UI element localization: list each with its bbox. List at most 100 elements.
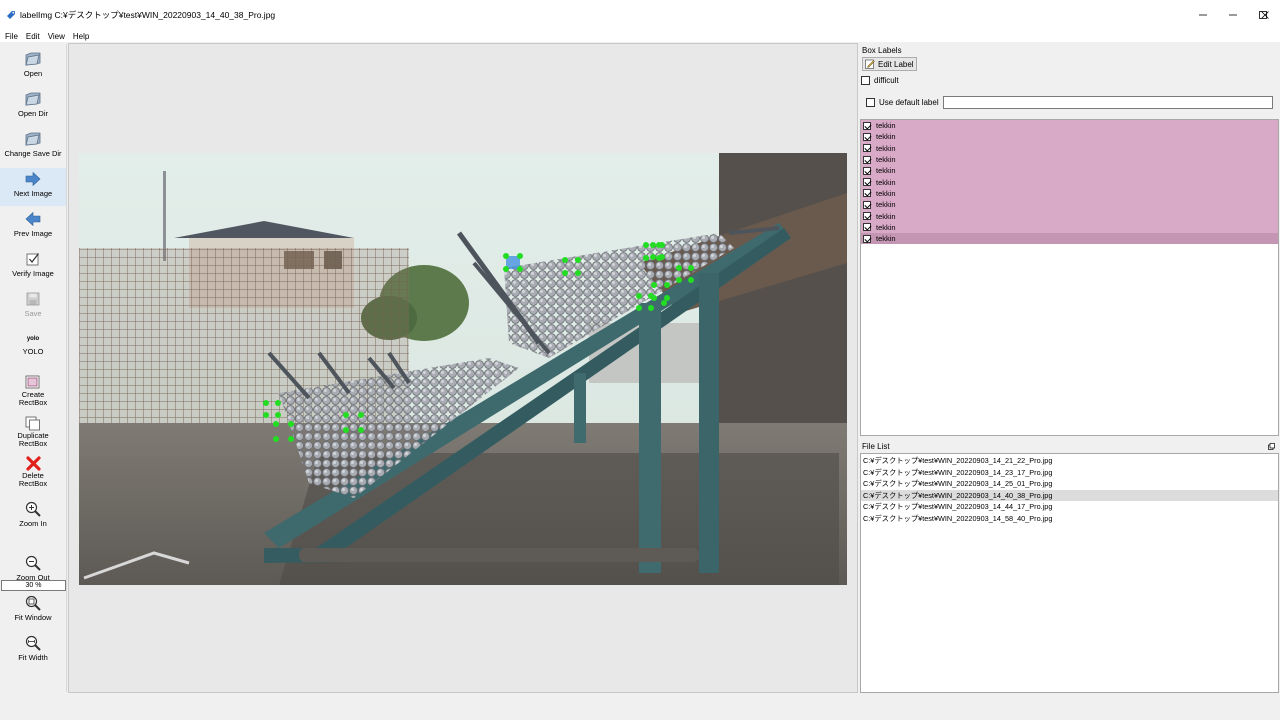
folder-icon bbox=[24, 90, 42, 108]
menu-bar: File Edit View Help bbox=[0, 30, 1280, 42]
label-visibility-checkbox[interactable] bbox=[863, 234, 871, 243]
file-list-item[interactable]: C:¥デスクトップ¥test¥WIN_20220903_14_44_17_Pro… bbox=[861, 501, 1278, 513]
label-visibility-checkbox[interactable] bbox=[863, 223, 871, 232]
label-text: tekkin bbox=[876, 200, 896, 210]
label-list-item[interactable]: tekkin bbox=[861, 210, 1278, 222]
save-label: Save bbox=[24, 309, 42, 318]
image-canvas[interactable] bbox=[68, 43, 858, 693]
labels-list: tekkin tekkin tekkin tekkin tekkin tekkin tekk… bbox=[861, 120, 1278, 245]
default-label-input[interactable] bbox=[943, 96, 1273, 109]
duplicate-rectbox-label: Duplicate RectBox bbox=[17, 431, 49, 448]
close-button[interactable] bbox=[1250, 0, 1280, 30]
label-list-item[interactable]: tekkin bbox=[861, 153, 1278, 166]
file-list-header: File List bbox=[861, 440, 1279, 452]
file-list-item[interactable]: C:¥デスクトップ¥test¥WIN_20220903_14_25_01_Pro… bbox=[861, 478, 1278, 490]
label-text: tekkin bbox=[876, 166, 896, 176]
save-button[interactable]: Save bbox=[0, 290, 66, 318]
open-label: Open bbox=[23, 69, 43, 78]
label-list-item[interactable]: tekkin bbox=[861, 199, 1278, 211]
label-visibility-checkbox[interactable] bbox=[863, 200, 871, 209]
fit-width-button[interactable]: Fit Width bbox=[0, 634, 66, 662]
open-button[interactable]: Open bbox=[0, 50, 66, 78]
label-list-item[interactable]: tekkin bbox=[861, 165, 1278, 177]
minimize-button-alt[interactable] bbox=[1188, 0, 1218, 30]
duplicate-rectbox-button[interactable]: Duplicate RectBox bbox=[0, 415, 66, 448]
label-list-item[interactable]: tekkin bbox=[861, 120, 1278, 132]
create-rectbox-button[interactable]: Create RectBox bbox=[0, 374, 66, 407]
label-list-item[interactable]: tekkin bbox=[861, 142, 1278, 154]
checkbox-icon bbox=[24, 250, 42, 268]
prev-image-button[interactable]: Prev Image bbox=[0, 210, 66, 238]
label-visibility-checkbox[interactable] bbox=[863, 121, 871, 130]
label-visibility-checkbox[interactable] bbox=[863, 166, 871, 175]
minimize-icon bbox=[1199, 14, 1207, 16]
create-rectbox-label: Create RectBox bbox=[18, 390, 48, 407]
open-dir-label: Open Dir bbox=[17, 109, 48, 118]
minimize-icon bbox=[1229, 14, 1237, 16]
menu-view[interactable]: View bbox=[44, 32, 69, 41]
label-text: tekkin bbox=[876, 121, 896, 131]
menu-help[interactable]: Help bbox=[69, 32, 93, 41]
label-visibility-checkbox[interactable] bbox=[863, 178, 871, 187]
prev-image-label: Prev Image bbox=[13, 229, 53, 238]
minimize-button[interactable] bbox=[1218, 0, 1248, 30]
menu-file[interactable]: File bbox=[0, 32, 22, 41]
change-save-dir-label: Change Save Dir bbox=[4, 149, 62, 158]
edit-label-button[interactable]: Edit Label bbox=[862, 57, 917, 71]
label-text: tekkin bbox=[876, 188, 896, 198]
label-list-item[interactable]: tekkin bbox=[861, 221, 1278, 233]
label-visibility-checkbox[interactable] bbox=[863, 144, 871, 153]
label-list-item[interactable]: tekkin bbox=[861, 232, 1278, 245]
arrow-right-icon bbox=[24, 170, 42, 188]
delete-rectbox-label: Delete RectBox bbox=[18, 471, 48, 488]
zoom-in-button[interactable]: Zoom In bbox=[0, 500, 66, 528]
delete-rectbox-button[interactable]: Delete RectBox bbox=[0, 455, 66, 488]
label-text: tekkin bbox=[876, 211, 896, 221]
label-visibility-checkbox[interactable] bbox=[863, 132, 871, 141]
difficult-check[interactable] bbox=[861, 76, 870, 85]
open-dir-button[interactable]: Open Dir bbox=[0, 90, 66, 118]
next-image-label: Next Image bbox=[13, 189, 53, 198]
toolbar: Open Open Dir Change Save Dir Next Image… bbox=[0, 44, 67, 692]
label-visibility-checkbox[interactable] bbox=[863, 212, 871, 221]
use-default-label-check[interactable] bbox=[866, 98, 875, 107]
menu-edit[interactable]: Edit bbox=[22, 32, 44, 41]
app-icon bbox=[7, 11, 15, 19]
yolo-format-button[interactable]: yolo YOLO bbox=[0, 332, 66, 356]
duplicate-icon bbox=[24, 415, 42, 431]
label-visibility-checkbox[interactable] bbox=[863, 155, 871, 164]
change-save-dir-button[interactable]: Change Save Dir bbox=[0, 130, 66, 158]
float-dock-icon[interactable] bbox=[1268, 443, 1275, 450]
file-list-item[interactable]: C:¥デスクトップ¥test¥WIN_20220903_14_40_38_Pro… bbox=[861, 489, 1278, 501]
use-default-label-text: Use default label bbox=[879, 98, 939, 107]
zoom-in-label: Zoom In bbox=[19, 519, 47, 528]
zoom-out-button[interactable]: Zoom Out bbox=[0, 554, 66, 582]
annotation-box-11 bbox=[661, 300, 667, 306]
label-list-item[interactable]: tekkin bbox=[861, 131, 1278, 143]
zoom-out-label: Zoom Out bbox=[16, 573, 50, 582]
yolo-icon: yolo bbox=[26, 336, 40, 342]
verify-image-button[interactable]: Verify Image bbox=[0, 250, 66, 278]
label-list-item[interactable]: tekkin bbox=[861, 187, 1278, 200]
arrow-left-icon bbox=[24, 210, 42, 228]
file-list: C:¥デスクトップ¥test¥WIN_20220903_14_21_22_Pro… bbox=[861, 455, 1278, 524]
label-text: tekkin bbox=[876, 222, 896, 232]
file-list-item[interactable]: C:¥デスクトップ¥test¥WIN_20220903_14_23_17_Pro… bbox=[861, 467, 1278, 479]
annotated-photo[interactable] bbox=[79, 153, 847, 585]
zoom-out-icon bbox=[24, 554, 42, 572]
difficult-label: difficult bbox=[874, 76, 899, 85]
fit-window-icon bbox=[24, 594, 42, 612]
label-list-item[interactable]: tekkin bbox=[861, 176, 1278, 188]
difficult-checkbox[interactable]: difficult bbox=[861, 76, 899, 85]
file-list-item[interactable]: C:¥デスクトップ¥test¥WIN_20220903_14_21_22_Pro… bbox=[861, 455, 1278, 467]
label-text: tekkin bbox=[876, 234, 896, 244]
fit-window-button[interactable]: Fit Window bbox=[0, 594, 66, 622]
label-visibility-checkbox[interactable] bbox=[863, 189, 871, 198]
edit-pencil-icon bbox=[865, 59, 875, 69]
label-text: tekkin bbox=[876, 177, 896, 187]
verify-image-label: Verify Image bbox=[12, 269, 54, 278]
use-default-label-checkbox[interactable]: Use default label bbox=[866, 98, 939, 107]
next-image-button[interactable]: Next Image bbox=[0, 168, 66, 206]
file-list-item[interactable]: C:¥デスクトップ¥test¥WIN_20220903_14_58_40_Pro… bbox=[861, 513, 1278, 525]
fit-width-label: Fit Width bbox=[18, 653, 48, 662]
